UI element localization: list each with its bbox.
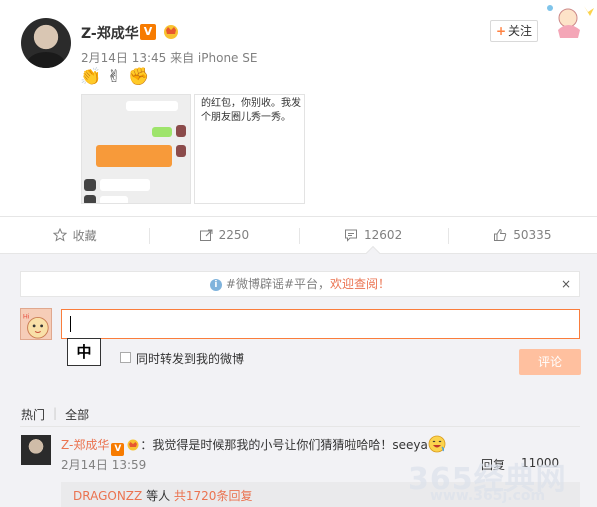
repost-icon: [199, 229, 213, 241]
filter-separator: |: [53, 406, 58, 420]
repost-count: 2250: [218, 228, 250, 242]
comment-input[interactable]: [61, 309, 580, 339]
plus-icon: +: [495, 24, 507, 38]
like-button[interactable]: 50335: [447, 217, 597, 253]
vip-crown-icon: [127, 439, 139, 451]
repost-button[interactable]: 2250: [149, 217, 298, 253]
my-avatar[interactable]: Hi: [20, 308, 52, 340]
commenter-name[interactable]: Z-郑成华: [61, 438, 109, 452]
close-icon[interactable]: ×: [561, 272, 571, 296]
filter-all[interactable]: 全部: [65, 406, 89, 423]
comment-body: Z-郑成华 V ：我觉得是时候那我的小号让你们猜猜啦哈哈！seeya: [61, 435, 446, 456]
comment-text: ：我觉得是时候那我的小号让你们猜猜啦哈哈！seeya: [140, 438, 428, 452]
follow-label: 关注: [508, 24, 533, 38]
info-icon: i: [209, 278, 222, 291]
submit-comment-button[interactable]: 评论: [519, 349, 581, 375]
svg-text:Hi: Hi: [23, 312, 30, 320]
comment-count: 12602: [364, 228, 403, 242]
follow-button[interactable]: + 关注: [490, 20, 538, 42]
comment-icon: [345, 229, 358, 242]
post-action-bar: 收藏 2250 12602 50335: [0, 216, 597, 254]
fist-emoji-icon: ✊: [128, 67, 150, 87]
laughing-emoji-icon: [428, 435, 446, 453]
clap-emoji-icon: 👏: [80, 67, 102, 87]
notice-link[interactable]: 欢迎查阅！: [330, 277, 390, 291]
rumor-notice-bar: i #微博辟谣#平台，欢迎查阅！ ×: [20, 271, 580, 297]
forward-label[interactable]: 同时转发到我的微博: [136, 350, 244, 367]
comment-filter: 热门 | 全部: [21, 406, 89, 423]
watermark-url: www.365j.com: [430, 488, 546, 504]
notice-text: #微博辟谣#平台，: [225, 277, 331, 291]
replies-user[interactable]: DRAGONZZ: [73, 489, 142, 503]
image-caption-text: 的红包，你别收。我发个朋友圈儿秀一秀。: [201, 98, 301, 123]
vip-crown-icon[interactable]: [162, 22, 180, 40]
post-image-chat-screenshot[interactable]: [81, 94, 191, 204]
comment-button[interactable]: 12602: [298, 217, 448, 253]
emoji-row: 👏 ✌ ✊: [80, 66, 150, 88]
replies-mid: 等人: [142, 489, 174, 503]
verified-badge-small: V: [111, 443, 125, 456]
favorite-button[interactable]: 收藏: [0, 217, 149, 253]
like-count: 50335: [513, 228, 552, 242]
author-name[interactable]: Z-郑成华: [81, 23, 139, 43]
commenter-avatar[interactable]: [21, 435, 51, 465]
filter-hot[interactable]: 热门: [21, 406, 45, 423]
text-caret: [70, 316, 71, 332]
ime-indicator: 中: [67, 338, 101, 366]
thumbs-up-icon: [494, 228, 507, 241]
divider: [20, 426, 580, 427]
weibo-post: Z-郑成华 V + 关注 2月14日 13:45 来自 iPhone SE 👏 ✌…: [0, 0, 597, 216]
post-image-text-screenshot[interactable]: 的红包，你别收。我发个朋友圈儿秀一秀。: [194, 94, 305, 204]
replies-count-link[interactable]: 共1720条回复: [174, 489, 253, 503]
favorite-label: 收藏: [72, 228, 97, 243]
victory-emoji-icon: ✌: [106, 67, 122, 87]
post-meta: 2月14日 13:45 来自 iPhone SE: [81, 51, 258, 65]
verified-badge[interactable]: V: [140, 24, 156, 40]
forward-checkbox[interactable]: [120, 352, 131, 363]
star-icon: [52, 228, 67, 242]
comment-time: 2月14日 13:59: [61, 458, 147, 472]
author-avatar[interactable]: [21, 18, 71, 68]
mascot-decoration-icon: [547, 5, 594, 38]
